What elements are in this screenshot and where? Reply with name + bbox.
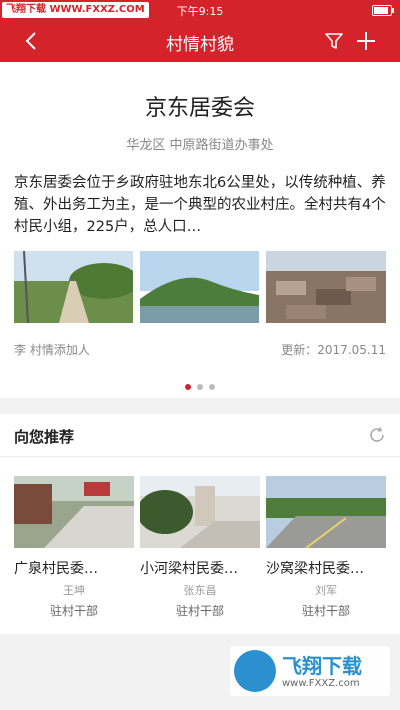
status-time: 下午9:15 [176, 5, 224, 18]
carousel-dot[interactable] [197, 384, 203, 390]
recommend-section: 向您推荐 广泉村民委… 王坤 驻村干部 小河梁村民委… 张东昌 驻村干部 沙窝梁… [0, 414, 400, 634]
village-hill-pond-photo[interactable] [140, 251, 259, 323]
brand-name: 飞翔下载 [282, 654, 362, 678]
village-card[interactable]: 京东居委会 华龙区 中原路街道办事处 京东居委会位于乡政府驻地东北6公里处，以传… [0, 62, 400, 398]
brand-watermark: 飞翔下载 www.FXXZ.com [230, 646, 390, 696]
recommend-role: 驻村干部 [301, 604, 350, 618]
carousel-dot[interactable] [185, 384, 191, 390]
brand-logo-icon [234, 650, 276, 692]
recommend-person: 刘军 [315, 584, 337, 597]
village-name: 京东居委会 [144, 96, 255, 121]
plus-icon[interactable] [354, 29, 378, 53]
recommend-item[interactable]: 广泉村民委… 王坤 驻村干部 [14, 476, 134, 619]
village-rooftops-photo[interactable] [266, 251, 386, 323]
carousel-dot[interactable] [209, 384, 215, 390]
added-by-label: 李 村情添加人 [14, 343, 90, 357]
recommend-role: 驻村干部 [175, 604, 224, 618]
battery-level [374, 7, 388, 14]
recommend-header: 向您推荐 [0, 414, 400, 457]
recommend-name: 沙窝梁村民委… [266, 561, 364, 577]
recommend-photo-2 [140, 476, 260, 548]
battery-icon [372, 5, 394, 16]
recommend-person: 张东昌 [183, 584, 217, 597]
recommend-item[interactable]: 沙窝梁村民委… 刘军 驻村干部 [266, 476, 386, 619]
nav-bar: 村情村貌 [0, 20, 400, 62]
recommend-item[interactable]: 小河梁村民委… 张东昌 驻村干部 [140, 476, 260, 619]
refresh-icon[interactable] [368, 426, 386, 444]
brand-url: www.FXXZ.com [282, 678, 360, 689]
village-road-photo[interactable] [14, 251, 133, 323]
updated-date: 更新：2017.05.11 [281, 343, 386, 357]
village-district: 华龙区 中原路街道办事处 [126, 138, 274, 153]
recommend-title: 向您推荐 [14, 428, 75, 446]
recommend-name: 广泉村民委… [14, 561, 98, 577]
carousel-indicator [0, 375, 400, 394]
filter-icon[interactable] [323, 30, 345, 52]
recommend-photo-1 [14, 476, 134, 548]
recommend-person: 王坤 [63, 584, 85, 597]
recommend-photo-3 [266, 476, 386, 548]
bottom-area: 飞翔下载 www.FXXZ.com [0, 634, 400, 710]
recommend-name: 小河梁村民委… [140, 561, 238, 577]
recommend-role: 驻村干部 [49, 604, 98, 618]
village-intro: 京东居委会位于乡政府驻地东北6公里处，以传统种植、养殖、外出务工为主，是一个典型… [14, 175, 386, 235]
status-bar: 飞翔下载 WWW.FXXZ.COM 下午9:15 [0, 0, 400, 20]
